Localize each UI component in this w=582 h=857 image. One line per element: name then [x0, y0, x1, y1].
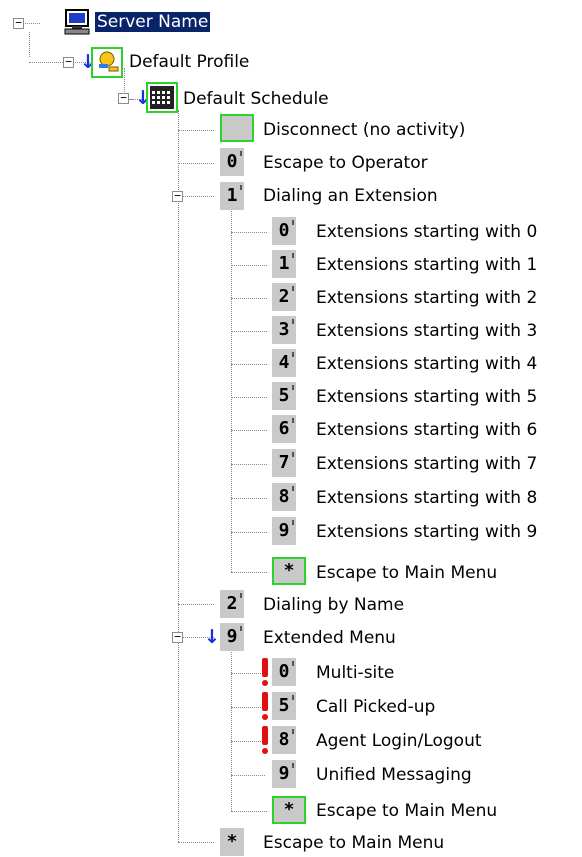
key-icon: 9 [220, 623, 244, 651]
calendar-icon [146, 82, 178, 113]
tree-line [231, 532, 267, 533]
key-icon: * [272, 557, 306, 585]
tree-line [231, 232, 267, 233]
collapse-toggle[interactable]: − [172, 631, 183, 643]
collapse-toggle[interactable]: − [172, 190, 183, 202]
disconnect-label[interactable]: Disconnect (no activity) [263, 120, 465, 140]
extension-item-label[interactable]: Extensions starting with 1 [316, 255, 537, 275]
key-icon: 4 [272, 349, 296, 377]
arrow-down-icon: ↓ [204, 626, 220, 648]
key-icon: 0 [272, 217, 296, 245]
tree-line [231, 207, 232, 572]
extension-item-label[interactable]: Extensions starting with 6 [316, 420, 537, 440]
collapse-toggle[interactable]: − [63, 56, 74, 68]
tree-line [231, 397, 267, 398]
tree-line [231, 364, 267, 365]
extension-item-label[interactable]: Extensions starting with 4 [316, 354, 537, 374]
unified-messaging-label[interactable]: Unified Messaging [316, 765, 472, 785]
key-icon: 5 [272, 692, 296, 720]
tree-line [231, 498, 267, 499]
key-icon: 0 [272, 658, 296, 686]
agent-login-label[interactable]: Agent Login/Logout [316, 731, 482, 751]
tree-line [29, 32, 30, 57]
blank-key-icon [220, 114, 254, 142]
extension-item-label[interactable]: Extensions starting with 8 [316, 488, 537, 508]
key-icon: 2 [220, 590, 244, 618]
tree-line [231, 298, 267, 299]
dialing-name-label[interactable]: Dialing by Name [263, 595, 404, 615]
profile-label[interactable]: Default Profile [129, 52, 249, 72]
tree-line [178, 196, 214, 197]
key-icon: 8 [272, 483, 296, 511]
extension-item-label[interactable]: Extensions starting with 0 [316, 222, 537, 242]
key-icon: * [220, 828, 244, 856]
tree-line [231, 464, 267, 465]
profile-key-icon [91, 47, 123, 78]
tree-line [231, 331, 267, 332]
key-icon: 1 [272, 250, 296, 278]
tree-line [178, 604, 214, 605]
dialing-extension-label[interactable]: Dialing an Extension [263, 186, 438, 206]
tree-line [231, 430, 267, 431]
multi-site-label[interactable]: Multi-site [316, 663, 394, 683]
tree-line [178, 163, 214, 164]
key-icon: 6 [272, 415, 296, 443]
tree-line [178, 842, 214, 843]
escape-main-menu-label[interactable]: Escape to Main Menu [263, 833, 444, 853]
key-icon: 7 [272, 449, 296, 477]
key-icon: 9 [272, 760, 296, 788]
key-icon: 2 [272, 283, 296, 311]
collapse-toggle[interactable]: − [13, 17, 24, 29]
extension-item-label[interactable]: Extensions starting with 2 [316, 288, 537, 308]
collapse-toggle[interactable]: − [118, 92, 129, 104]
extension-item-label[interactable]: Extensions starting with 9 [316, 522, 537, 542]
tree-line [29, 62, 63, 63]
tree-line [178, 110, 179, 842]
extended-menu-label[interactable]: Extended Menu [263, 628, 396, 648]
tree-line [231, 707, 265, 708]
key-icon: * [272, 796, 306, 824]
extension-item-label[interactable]: Extensions starting with 7 [316, 454, 537, 474]
key-icon: 9 [272, 517, 296, 545]
escape-main-menu-label[interactable]: Escape to Main Menu [316, 801, 497, 821]
tree-line [231, 673, 265, 674]
tree-line [231, 775, 265, 776]
tree-line [178, 130, 214, 131]
key-icon: 1 [220, 182, 244, 210]
server-name-label[interactable]: Server Name [95, 12, 211, 32]
key-icon: 5 [272, 382, 296, 410]
extension-item-label[interactable]: Extensions starting with 3 [316, 321, 537, 341]
key-icon: 8 [272, 726, 296, 754]
call-picked-up-label[interactable]: Call Picked-up [316, 697, 435, 717]
escape-main-menu-label[interactable]: Escape to Main Menu [316, 563, 497, 583]
tree-line [231, 265, 267, 266]
extension-item-label[interactable]: Extensions starting with 5 [316, 387, 537, 407]
key-icon: 3 [272, 316, 296, 344]
tree-line [231, 741, 265, 742]
escape-operator-label[interactable]: Escape to Operator [263, 153, 428, 173]
tree-line [231, 811, 267, 812]
tree-line [231, 572, 267, 573]
schedule-label[interactable]: Default Schedule [183, 89, 329, 109]
computer-icon [64, 9, 90, 35]
key-icon: 0 [220, 148, 244, 176]
